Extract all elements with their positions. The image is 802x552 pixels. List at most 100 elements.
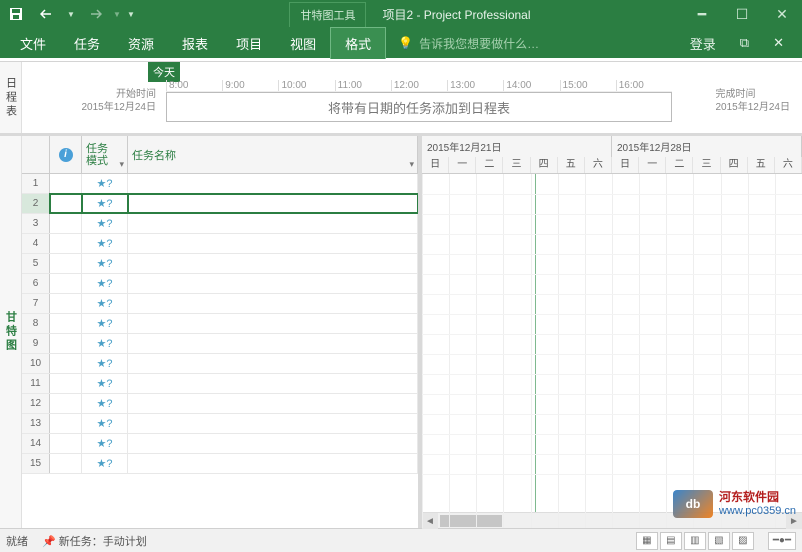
- row-number[interactable]: 9: [22, 334, 50, 353]
- cell-mode[interactable]: ★?: [82, 274, 128, 293]
- table-row[interactable]: 15 ★?: [22, 454, 418, 474]
- table-row[interactable]: 9 ★?: [22, 334, 418, 354]
- cell-name[interactable]: [128, 174, 418, 193]
- cell-info[interactable]: [50, 274, 82, 293]
- cell-info[interactable]: [50, 354, 82, 373]
- tab-project[interactable]: 项目: [222, 28, 276, 59]
- table-row[interactable]: 3 ★?: [22, 214, 418, 234]
- table-row[interactable]: 8 ★?: [22, 314, 418, 334]
- cell-name[interactable]: [128, 434, 418, 453]
- tab-resource[interactable]: 资源: [114, 28, 168, 59]
- view-task-button[interactable]: ▤: [660, 532, 682, 550]
- table-row[interactable]: 13 ★?: [22, 414, 418, 434]
- row-number[interactable]: 4: [22, 234, 50, 253]
- table-row[interactable]: 10 ★?: [22, 354, 418, 374]
- row-number[interactable]: 14: [22, 434, 50, 453]
- window-restore-icon[interactable]: ⧉: [730, 31, 759, 55]
- table-row[interactable]: 14 ★?: [22, 434, 418, 454]
- cell-info[interactable]: [50, 414, 82, 433]
- cell-mode[interactable]: ★?: [82, 394, 128, 413]
- cell-mode[interactable]: ★?: [82, 354, 128, 373]
- cell-name[interactable]: [128, 314, 418, 333]
- tab-view[interactable]: 视图: [276, 28, 330, 59]
- cell-info[interactable]: [50, 294, 82, 313]
- row-number[interactable]: 7: [22, 294, 50, 313]
- sheet-rows[interactable]: 1 ★? 2 ★? 3 ★? 4 ★? 5 ★? 6 ★? 7 ★? 8 ★? …: [22, 174, 418, 528]
- cell-info[interactable]: [50, 214, 82, 233]
- col-task-name[interactable]: 任务名称 ▾: [128, 136, 418, 173]
- redo-button[interactable]: [78, 0, 110, 28]
- row-number[interactable]: 10: [22, 354, 50, 373]
- cell-name[interactable]: [128, 254, 418, 273]
- cell-name[interactable]: [128, 454, 418, 473]
- cell-name[interactable]: [128, 214, 418, 233]
- row-number[interactable]: 2: [22, 194, 50, 213]
- qat-customize[interactable]: ▼: [124, 0, 138, 28]
- row-number[interactable]: 13: [22, 414, 50, 433]
- col-info[interactable]: i: [50, 136, 82, 173]
- timeline-body[interactable]: 今天 8:00 9:00 10:00 11:00 12:00 13:00 14:…: [22, 62, 802, 133]
- gantt-pane-label[interactable]: 甘特图: [0, 136, 22, 528]
- cell-name[interactable]: [128, 234, 418, 253]
- cell-info[interactable]: [50, 194, 82, 213]
- cell-info[interactable]: [50, 314, 82, 333]
- minimize-button[interactable]: ━: [682, 0, 722, 28]
- cell-info[interactable]: [50, 254, 82, 273]
- timeline-drop-area[interactable]: 将带有日期的任务添加到日程表: [166, 92, 672, 122]
- cell-mode[interactable]: ★?: [82, 294, 128, 313]
- cell-mode[interactable]: ★?: [82, 194, 128, 213]
- cell-name[interactable]: [128, 334, 418, 353]
- cell-name[interactable]: [128, 374, 418, 393]
- cell-mode[interactable]: ★?: [82, 174, 128, 193]
- tab-file[interactable]: 文件: [6, 28, 60, 59]
- cell-name[interactable]: [128, 194, 418, 213]
- cell-mode[interactable]: ★?: [82, 234, 128, 253]
- row-number[interactable]: 1: [22, 174, 50, 193]
- col-rownum[interactable]: [22, 136, 50, 173]
- table-row[interactable]: 7 ★?: [22, 294, 418, 314]
- table-row[interactable]: 4 ★?: [22, 234, 418, 254]
- redo-dropdown[interactable]: ▼: [110, 0, 124, 28]
- cell-name[interactable]: [128, 274, 418, 293]
- cell-name[interactable]: [128, 354, 418, 373]
- cell-info[interactable]: [50, 434, 82, 453]
- timeline-pane-label[interactable]: 日程表: [0, 62, 22, 133]
- table-row[interactable]: 12 ★?: [22, 394, 418, 414]
- row-number[interactable]: 8: [22, 314, 50, 333]
- row-number[interactable]: 12: [22, 394, 50, 413]
- cell-mode[interactable]: ★?: [82, 214, 128, 233]
- col-task-mode[interactable]: 任务 模式 ▾: [82, 136, 128, 173]
- cell-mode[interactable]: ★?: [82, 454, 128, 473]
- window-close-icon[interactable]: ✕: [763, 31, 794, 55]
- view-resource-button[interactable]: ▧: [708, 532, 730, 550]
- view-report-button[interactable]: ▨: [732, 532, 754, 550]
- cell-info[interactable]: [50, 394, 82, 413]
- cell-mode[interactable]: ★?: [82, 314, 128, 333]
- cell-name[interactable]: [128, 294, 418, 313]
- row-number[interactable]: 6: [22, 274, 50, 293]
- cell-mode[interactable]: ★?: [82, 434, 128, 453]
- tab-format[interactable]: 格式: [330, 27, 386, 59]
- cell-info[interactable]: [50, 454, 82, 473]
- maximize-button[interactable]: ☐: [722, 0, 762, 28]
- view-team-button[interactable]: ▥: [684, 532, 706, 550]
- undo-button[interactable]: [32, 0, 64, 28]
- status-new-task[interactable]: 📌 新任务：手动计划: [42, 533, 147, 549]
- dropdown-icon[interactable]: ▾: [409, 159, 414, 170]
- cell-info[interactable]: [50, 174, 82, 193]
- gantt-body[interactable]: ◄ ►: [422, 174, 802, 528]
- row-number[interactable]: 15: [22, 454, 50, 473]
- undo-dropdown[interactable]: ▼: [64, 0, 78, 28]
- table-row[interactable]: 6 ★?: [22, 274, 418, 294]
- cell-info[interactable]: [50, 374, 82, 393]
- tell-me-search[interactable]: 💡 告诉我您想要做什么…: [398, 35, 539, 52]
- cell-info[interactable]: [50, 234, 82, 253]
- tab-report[interactable]: 报表: [168, 28, 222, 59]
- row-number[interactable]: 11: [22, 374, 50, 393]
- tab-task[interactable]: 任务: [60, 28, 114, 59]
- row-number[interactable]: 3: [22, 214, 50, 233]
- scroll-left-icon[interactable]: ◄: [422, 513, 438, 529]
- save-button[interactable]: [0, 0, 32, 28]
- table-row[interactable]: 1 ★?: [22, 174, 418, 194]
- row-number[interactable]: 5: [22, 254, 50, 273]
